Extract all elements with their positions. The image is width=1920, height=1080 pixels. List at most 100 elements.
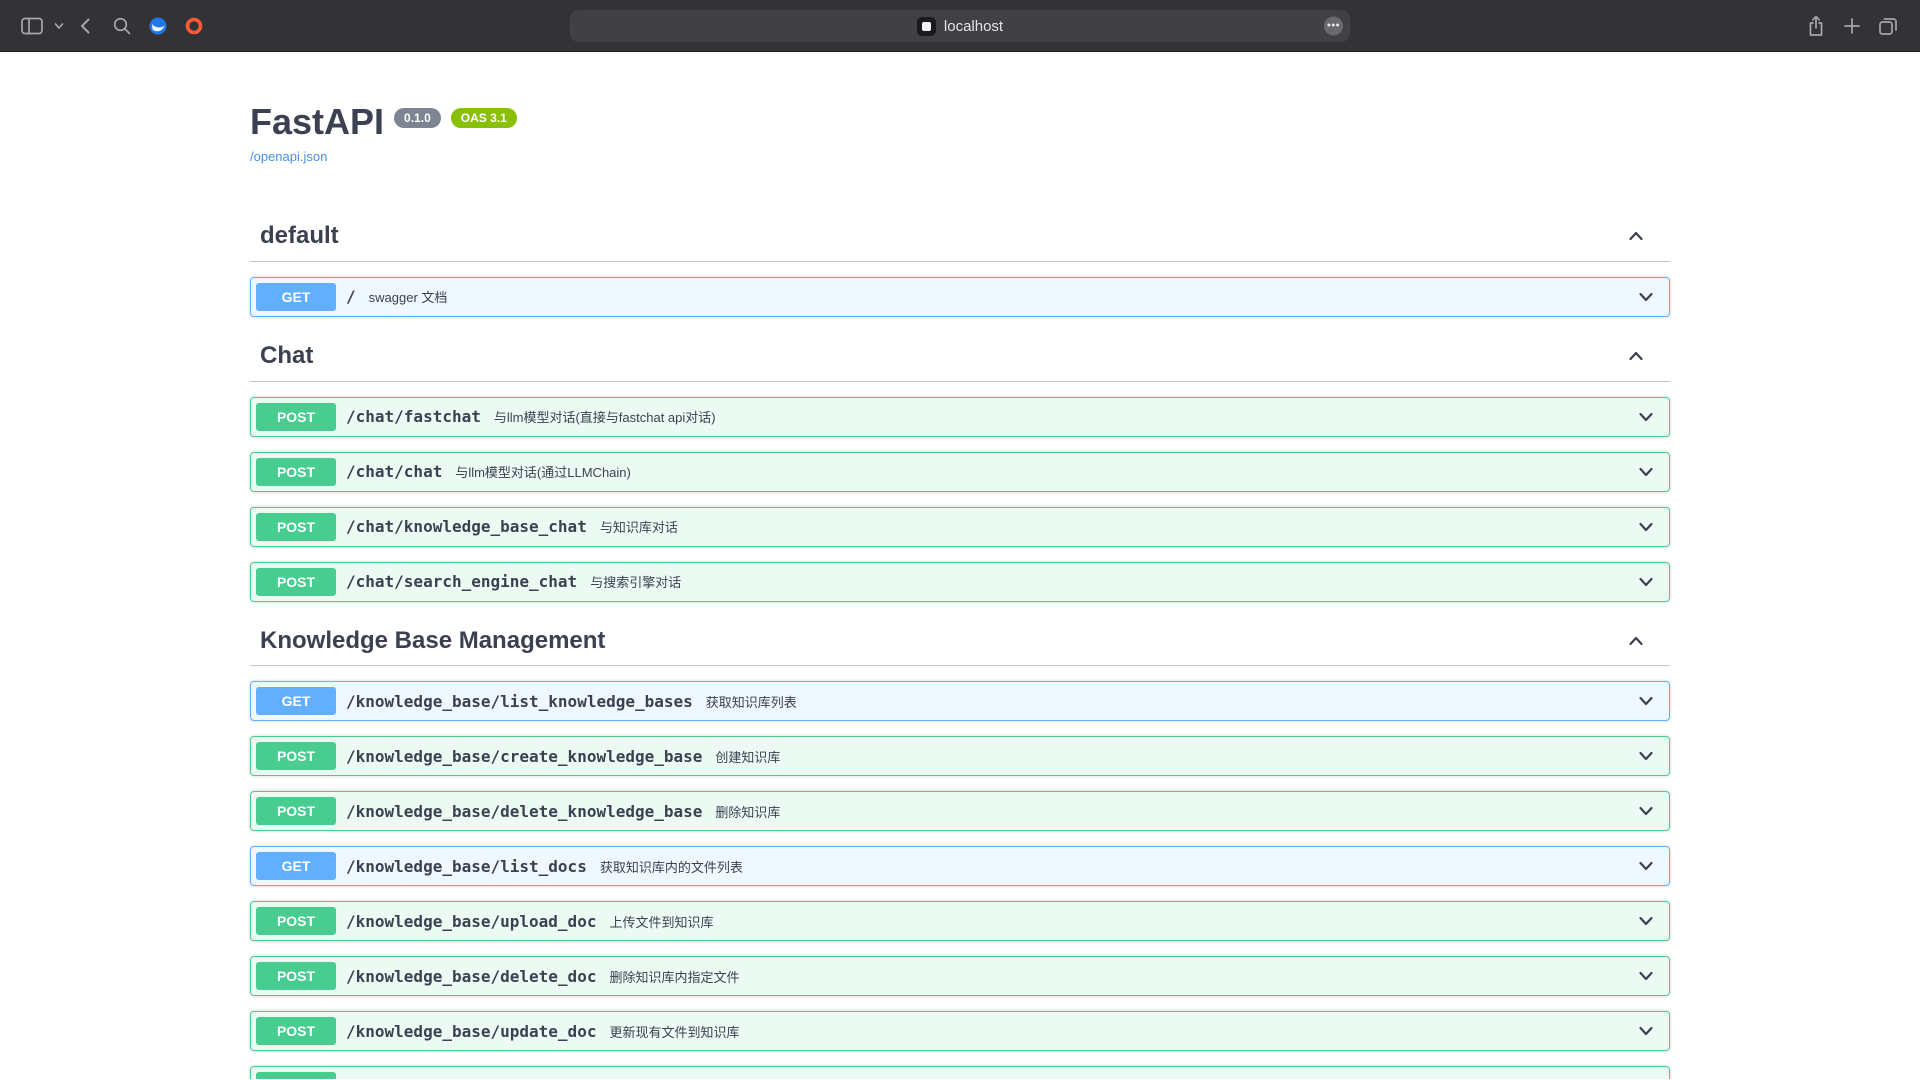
method-badge: POST bbox=[256, 568, 336, 596]
op-path: /knowledge_base/list_knowledge_bases bbox=[346, 692, 693, 711]
operation-row[interactable]: POST /knowledge_base/create_knowledge_ba… bbox=[250, 736, 1670, 776]
swagger-page: FastAPI 0.1.0 OAS 3.1 /openapi.json defa… bbox=[0, 52, 1920, 1079]
search-button[interactable] bbox=[104, 10, 140, 42]
search-icon bbox=[112, 16, 132, 36]
operation-row[interactable]: POST /knowledge_base/delete_knowledge_ba… bbox=[250, 791, 1670, 831]
api-tag-section: Chat POST /chat/fastchat 与llm模型对话(直接与fas… bbox=[250, 332, 1670, 602]
operation-row[interactable]: POST /knowledge_base/update_doc 更新现有文件到知… bbox=[250, 1011, 1670, 1051]
site-favicon bbox=[917, 17, 936, 36]
op-path: /knowledge_base/update_doc bbox=[346, 1022, 596, 1041]
expand-operation-icon[interactable] bbox=[1636, 966, 1656, 986]
back-arrow-icon bbox=[76, 16, 96, 36]
page-title: FastAPI 0.1.0 OAS 3.1 bbox=[250, 104, 1670, 140]
operation-row[interactable]: POST /knowledge_base/delete_doc 删除知识库内指定… bbox=[250, 956, 1670, 996]
method-badge: POST bbox=[256, 1072, 336, 1079]
api-tag-section: default GET / swagger 文档 bbox=[250, 212, 1670, 317]
expand-operation-icon[interactable] bbox=[1636, 691, 1656, 711]
collapse-section-icon[interactable] bbox=[1626, 346, 1646, 366]
extension-button-blue[interactable] bbox=[140, 10, 176, 42]
expand-operation-icon[interactable] bbox=[1636, 911, 1656, 931]
op-summary: 更新现有文件到知识库 bbox=[609, 1022, 739, 1041]
operation-row[interactable]: POST /chat/search_engine_chat 与搜索引擎对话 bbox=[250, 562, 1670, 602]
operation-row[interactable]: POST /chat/chat 与llm模型对话(通过LLMChain) bbox=[250, 452, 1670, 492]
expand-operation-icon[interactable] bbox=[1636, 856, 1656, 876]
method-badge: POST bbox=[256, 403, 336, 431]
op-path: /knowledge_base/upload_doc bbox=[346, 912, 596, 931]
op-summary: 与知识库对话 bbox=[600, 517, 678, 536]
section-title: default bbox=[260, 222, 339, 251]
section-title: Chat bbox=[260, 342, 313, 371]
section-header[interactable]: Knowledge Base Management bbox=[250, 617, 1670, 667]
method-badge: GET bbox=[256, 687, 336, 715]
expand-operation-icon[interactable] bbox=[1636, 407, 1656, 427]
operation-row[interactable]: GET / swagger 文档 bbox=[250, 277, 1670, 317]
operation-row[interactable]: GET /knowledge_base/list_docs 获取知识库内的文件列… bbox=[250, 846, 1670, 886]
operation-row[interactable]: GET /knowledge_base/list_knowledge_bases… bbox=[250, 681, 1670, 721]
op-path: /knowledge_base/delete_doc bbox=[346, 967, 596, 986]
op-path: /knowledge_base/list_docs bbox=[346, 857, 587, 876]
sidebar-icon bbox=[21, 17, 43, 35]
section-operations: GET / swagger 文档 bbox=[250, 262, 1670, 317]
expand-operation-icon[interactable] bbox=[1636, 746, 1656, 766]
op-summary: 与llm模型对话(通过LLMChain) bbox=[455, 462, 631, 481]
section-operations: POST /chat/fastchat 与llm模型对话(直接与fastchat… bbox=[250, 382, 1670, 602]
expand-operation-icon[interactable] bbox=[1636, 1076, 1656, 1079]
back-button[interactable] bbox=[68, 10, 104, 42]
op-summary: 与搜索引擎对话 bbox=[590, 572, 681, 591]
op-summary: 根据content中文档重建向量库，流式输出处理进度。 bbox=[715, 1077, 1018, 1079]
expand-operation-icon[interactable] bbox=[1636, 462, 1656, 482]
method-badge: POST bbox=[256, 1017, 336, 1045]
op-path: /knowledge_base/create_knowledge_base bbox=[346, 747, 702, 766]
content-wrapper: FastAPI 0.1.0 OAS 3.1 /openapi.json defa… bbox=[230, 104, 1690, 1079]
method-badge: GET bbox=[256, 852, 336, 880]
operation-row[interactable]: POST /chat/knowledge_base_chat 与知识库对话 bbox=[250, 507, 1670, 547]
plus-icon bbox=[1843, 17, 1861, 35]
op-summary: 删除知识库 bbox=[715, 802, 780, 821]
op-summary: 上传文件到知识库 bbox=[609, 912, 713, 931]
tab-overview-button[interactable] bbox=[1870, 10, 1906, 42]
sidebar-menu-button[interactable] bbox=[50, 10, 68, 42]
method-badge: POST bbox=[256, 962, 336, 990]
extension-button-orange[interactable] bbox=[176, 10, 212, 42]
share-button[interactable] bbox=[1798, 10, 1834, 42]
collapse-section-icon[interactable] bbox=[1626, 226, 1646, 246]
page-menu-button[interactable]: ••• bbox=[1324, 17, 1343, 36]
op-path: / bbox=[346, 287, 356, 306]
ring-extension-icon bbox=[184, 16, 204, 36]
expand-operation-icon[interactable] bbox=[1636, 287, 1656, 307]
openapi-json-link[interactable]: /openapi.json bbox=[250, 149, 327, 164]
op-summary: 获取知识库列表 bbox=[706, 692, 797, 711]
operation-row[interactable]: POST /knowledge_base/upload_doc 上传文件到知识库 bbox=[250, 901, 1670, 941]
new-tab-button[interactable] bbox=[1834, 10, 1870, 42]
expand-operation-icon[interactable] bbox=[1636, 572, 1656, 592]
browser-toolbar: localhost ••• bbox=[0, 0, 1920, 52]
chevron-down-icon bbox=[54, 22, 64, 30]
op-path: /knowledge_base/recreate_vector_store bbox=[346, 1077, 702, 1079]
toolbar-right-group bbox=[1798, 10, 1906, 42]
api-sections: default GET / swagger 文档 Chat POST /chat… bbox=[250, 212, 1670, 1079]
section-header[interactable]: default bbox=[250, 212, 1670, 262]
oas-badge: OAS 3.1 bbox=[451, 108, 517, 128]
op-path: /knowledge_base/delete_knowledge_base bbox=[346, 802, 702, 821]
api-title-text: FastAPI bbox=[250, 104, 384, 140]
expand-operation-icon[interactable] bbox=[1636, 517, 1656, 537]
method-badge: GET bbox=[256, 283, 336, 311]
method-badge: POST bbox=[256, 458, 336, 486]
url-text: localhost bbox=[944, 18, 1003, 35]
version-badge: 0.1.0 bbox=[394, 108, 441, 128]
method-badge: POST bbox=[256, 513, 336, 541]
collapse-section-icon[interactable] bbox=[1626, 631, 1646, 651]
op-path: /chat/knowledge_base_chat bbox=[346, 517, 587, 536]
op-summary: 创建知识库 bbox=[715, 747, 780, 766]
section-header[interactable]: Chat bbox=[250, 332, 1670, 382]
expand-operation-icon[interactable] bbox=[1636, 1021, 1656, 1041]
method-badge: POST bbox=[256, 797, 336, 825]
api-info: FastAPI 0.1.0 OAS 3.1 /openapi.json bbox=[250, 104, 1670, 166]
operation-row[interactable]: POST /chat/fastchat 与llm模型对话(直接与fastchat… bbox=[250, 397, 1670, 437]
address-bar[interactable]: localhost ••• bbox=[570, 10, 1350, 42]
sidebar-toggle-button[interactable] bbox=[14, 10, 50, 42]
expand-operation-icon[interactable] bbox=[1636, 801, 1656, 821]
site-favicon-glyph bbox=[922, 22, 931, 31]
method-badge: POST bbox=[256, 907, 336, 935]
operation-row[interactable]: POST /knowledge_base/recreate_vector_sto… bbox=[250, 1066, 1670, 1079]
